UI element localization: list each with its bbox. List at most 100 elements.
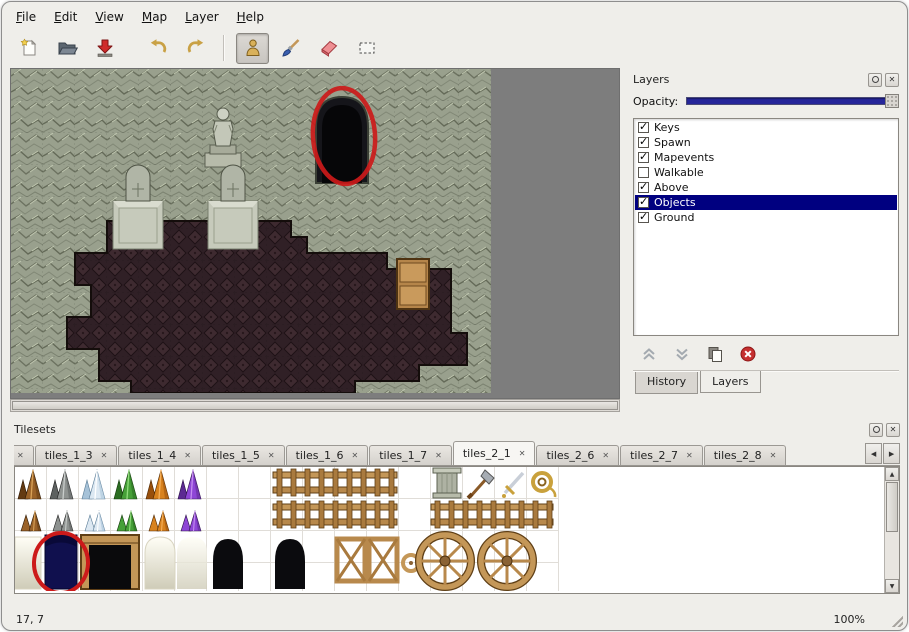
layer-row-above[interactable]: Above <box>635 180 897 195</box>
brush-tool-button[interactable] <box>274 33 307 64</box>
float-icon <box>872 76 879 83</box>
tileset-image[interactable] <box>15 467 879 591</box>
map-canvas[interactable] <box>10 68 620 399</box>
tileset-tab-0[interactable]: 5✕ <box>14 445 34 465</box>
close-panel-button[interactable]: ✕ <box>886 423 900 437</box>
tile-black-arch[interactable] <box>275 539 305 589</box>
open-button[interactable] <box>50 33 83 64</box>
tileset-vscrollbar-thumb[interactable] <box>886 482 898 532</box>
delete-layer-button[interactable] <box>736 343 760 365</box>
tab-label: tiles_2_7 <box>630 449 678 462</box>
undo-button[interactable] <box>141 33 174 64</box>
float-panel-button[interactable] <box>869 423 883 437</box>
menu-layer[interactable]: Layer <box>177 7 226 27</box>
layer-visibility-checkbox[interactable] <box>638 212 649 223</box>
tileset-tab-4[interactable]: tiles_1_6 ✕ <box>286 445 369 465</box>
opacity-slider[interactable] <box>686 93 899 109</box>
menu-map[interactable]: Map <box>134 7 175 27</box>
map-hscrollbar-thumb[interactable] <box>12 401 618 410</box>
scroll-down-button[interactable]: ▼ <box>885 579 899 593</box>
map-image[interactable] <box>11 69 491 393</box>
tile-pillar[interactable] <box>433 468 461 498</box>
stamp-tool-button[interactable] <box>236 33 269 64</box>
close-icon[interactable]: ✕ <box>602 451 609 460</box>
tile-pale-arch[interactable] <box>177 537 207 589</box>
close-icon[interactable]: ✕ <box>519 449 526 458</box>
redo-button[interactable] <box>179 33 212 64</box>
layers-panel: Layers ✕ Opacity: Keys Spawn Mapeven <box>628 68 904 412</box>
eraser-tool-button[interactable] <box>312 33 345 64</box>
app-window: File Edit View Map Layer Help <box>1 1 908 631</box>
layer-row-ground[interactable]: Ground <box>635 210 897 225</box>
statusbar: 17, 7 100% <box>2 610 907 630</box>
new-button[interactable] <box>12 33 45 64</box>
layer-name: Ground <box>654 211 694 224</box>
layer-row-objects[interactable]: Objects <box>635 195 897 210</box>
zoom-level: 100% <box>834 613 865 626</box>
tileset-tab-1[interactable]: tiles_1_3 ✕ <box>35 445 118 465</box>
layer-visibility-checkbox[interactable] <box>638 167 649 178</box>
tile-black-arch[interactable] <box>213 539 243 589</box>
tileset-tab-6[interactable]: tiles_2_1✕ <box>453 441 536 465</box>
close-icon[interactable]: ✕ <box>352 451 359 460</box>
tab-scroll-buttons: ◀ ▶ <box>864 443 900 464</box>
close-icon[interactable]: ✕ <box>101 451 108 460</box>
opacity-slider-handle[interactable] <box>885 94 899 108</box>
menu-help[interactable]: Help <box>229 7 272 27</box>
layer-row-walkable[interactable]: Walkable <box>635 165 897 180</box>
tile-dark-blue-selected[interactable] <box>45 535 77 589</box>
cursor-coordinates: 17, 7 <box>16 613 44 626</box>
close-icon[interactable]: ✕ <box>17 451 24 460</box>
close-icon[interactable]: ✕ <box>770 451 777 460</box>
layer-visibility-checkbox[interactable] <box>638 122 649 133</box>
tileset-tabs: 5✕ tiles_1_3 ✕ tiles_1_4✕ tiles_1_5✕ tile… <box>14 441 900 466</box>
tile-wood-track-h[interactable] <box>273 501 397 528</box>
tileset-tab-2[interactable]: tiles_1_4✕ <box>118 445 201 465</box>
tile-wheel[interactable] <box>481 535 533 587</box>
layer-visibility-checkbox[interactable] <box>638 152 649 163</box>
tileset-content[interactable]: ▲ ▼ <box>14 466 900 594</box>
layer-row-spawn[interactable]: Spawn <box>635 135 897 150</box>
opacity-slider-track[interactable] <box>686 97 899 105</box>
close-icon[interactable]: ✕ <box>686 451 693 460</box>
close-icon[interactable]: ✕ <box>435 451 442 460</box>
tile-wheel[interactable] <box>419 535 471 587</box>
tile-wood-track-h[interactable] <box>273 469 397 496</box>
tile-pale-arch[interactable] <box>145 537 175 589</box>
resize-grip[interactable] <box>890 614 903 627</box>
lower-layer-button[interactable] <box>670 343 694 365</box>
close-icon[interactable]: ✕ <box>184 451 191 460</box>
tileset-tab-8[interactable]: tiles_2_7 ✕ <box>620 445 703 465</box>
tab-history[interactable]: History <box>635 372 698 394</box>
scroll-up-button[interactable]: ▲ <box>885 467 899 481</box>
close-panel-button[interactable]: ✕ <box>885 73 899 87</box>
tileset-vscrollbar[interactable]: ▲ ▼ <box>884 467 899 593</box>
menu-view[interactable]: View <box>87 7 131 27</box>
marquee-select-button[interactable] <box>350 33 383 64</box>
tab-layers[interactable]: Layers <box>700 371 760 393</box>
tileset-tab-3[interactable]: tiles_1_5✕ <box>202 445 285 465</box>
marquee-select-icon <box>356 37 378 59</box>
duplicate-layer-button[interactable] <box>703 343 727 365</box>
close-icon: ✕ <box>890 425 897 434</box>
close-icon[interactable]: ✕ <box>268 451 275 460</box>
menu-edit[interactable]: Edit <box>46 7 85 27</box>
tab-scroll-left-button[interactable]: ◀ <box>865 443 882 464</box>
tab-label: tiles_1_3 <box>45 449 93 462</box>
layer-row-mapevents[interactable]: Mapevents <box>635 150 897 165</box>
raise-layer-button[interactable] <box>637 343 661 365</box>
layer-row-keys[interactable]: Keys <box>635 120 897 135</box>
tab-scroll-right-button[interactable]: ▶ <box>883 443 900 464</box>
tileset-tab-5[interactable]: tiles_1_7✕ <box>369 445 452 465</box>
layer-visibility-checkbox[interactable] <box>638 197 649 208</box>
save-button[interactable] <box>88 33 121 64</box>
tileset-tab-7[interactable]: tiles_2_6✕ <box>536 445 619 465</box>
layer-visibility-checkbox[interactable] <box>638 137 649 148</box>
layer-visibility-checkbox[interactable] <box>638 182 649 193</box>
tileset-tab-9[interactable]: tiles_2_8✕ <box>704 445 787 465</box>
menu-file[interactable]: File <box>8 7 44 27</box>
float-panel-button[interactable] <box>868 73 882 87</box>
map-hscrollbar[interactable] <box>10 399 620 412</box>
tile-wood-track-h[interactable] <box>431 501 553 528</box>
tab-label: tiles_1_6 <box>296 449 344 462</box>
